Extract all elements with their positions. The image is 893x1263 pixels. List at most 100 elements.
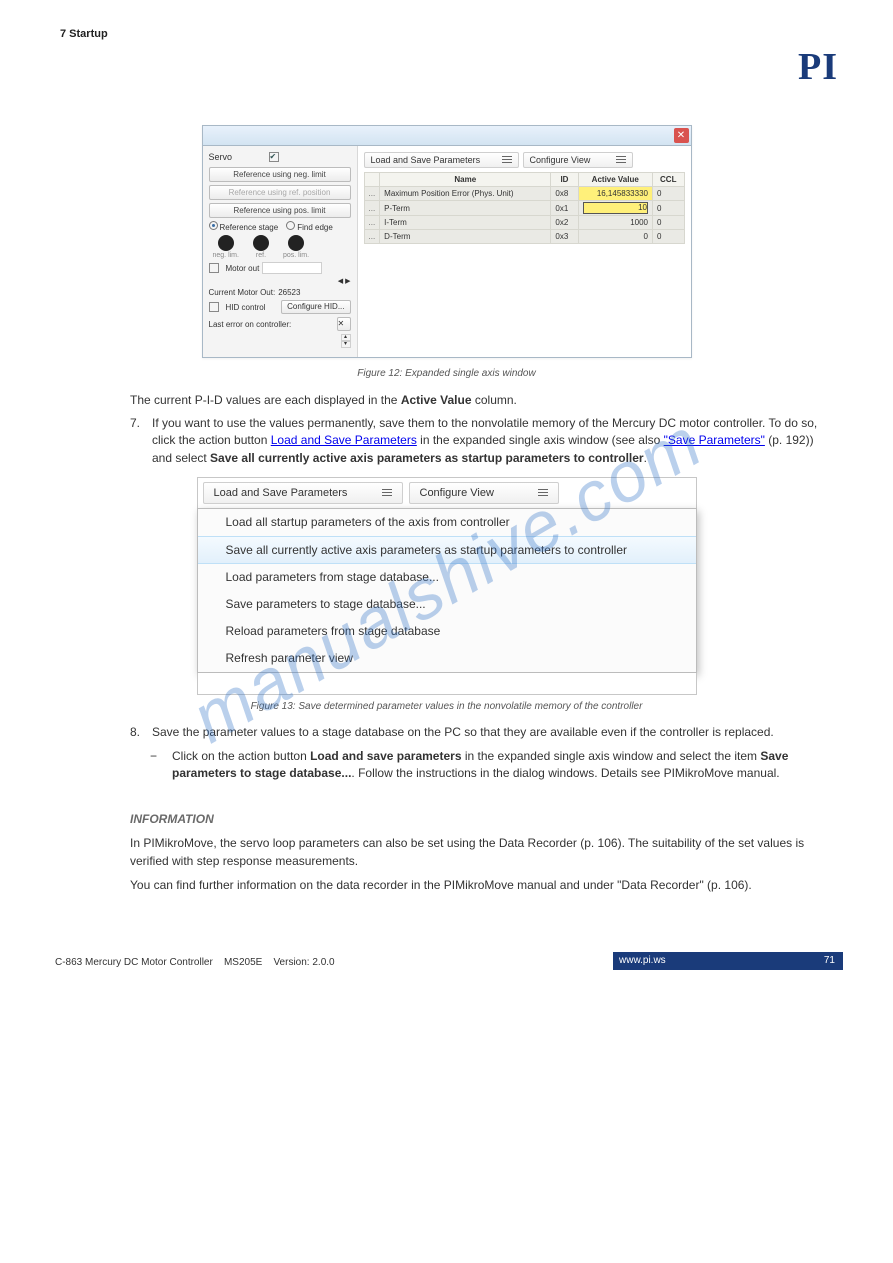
- bullet-text: Click on the action button Load and save…: [172, 748, 823, 783]
- cell-name: P-Term: [380, 201, 551, 216]
- configure-hid-button[interactable]: Configure HID...: [281, 300, 350, 314]
- step-text: If you want to use the values permanentl…: [152, 415, 823, 467]
- hamburger-icon: [502, 156, 512, 164]
- menu-item[interactable]: Refresh parameter view: [198, 645, 696, 672]
- cell-id: 0x3: [551, 230, 578, 244]
- table-row: ... I-Term 0x2 1000 0: [364, 216, 684, 230]
- row-menu-icon[interactable]: ...: [364, 216, 380, 230]
- info-paragraph: In PIMikroMove, the servo loop parameter…: [130, 834, 823, 870]
- cell-name: D-Term: [380, 230, 551, 244]
- cell-ccl: 0: [652, 201, 684, 216]
- ref-ref-button: Reference using ref. position: [209, 185, 351, 200]
- footer-left: C-863 Mercury DC Motor Controller MS205E…: [55, 957, 335, 968]
- pos-limit-indicator: [288, 235, 304, 251]
- current-motor-out-value: 26523: [278, 288, 300, 297]
- motor-out-label: Motor out: [226, 264, 260, 273]
- last-error-x-button[interactable]: ✕: [337, 317, 351, 331]
- neg-limit-indicator: [218, 235, 234, 251]
- table-row: ... Maximum Position Error (Phys. Unit) …: [364, 187, 684, 201]
- body-paragraph: The current P-I-D values are each displa…: [130, 391, 823, 409]
- bottom-bar: [197, 673, 697, 695]
- col-id: ID: [551, 173, 578, 187]
- cell-value[interactable]: 1000: [578, 216, 652, 230]
- col-name: Name: [380, 173, 551, 187]
- window-titlebar: ✕: [203, 126, 691, 146]
- footer-right: www.pi.ws 71: [613, 952, 843, 970]
- parameter-table: Name ID Active Value CCL ... Maximum Pos…: [364, 172, 685, 244]
- load-save-label: Load and Save Parameters: [214, 483, 348, 503]
- info-paragraph: You can find further information on the …: [130, 876, 823, 894]
- radio-reference-stage[interactable]: [209, 221, 218, 230]
- load-save-dropdown: Load and Save Parameters Configure View …: [197, 477, 697, 695]
- hamburger-icon: [538, 489, 548, 497]
- dropdown-menu: Load all startup parameters of the axis …: [197, 508, 697, 673]
- ref-indicator: [253, 235, 269, 251]
- cell-id: 0x1: [551, 201, 578, 216]
- cell-ccl: 0: [652, 216, 684, 230]
- table-row: ... D-Term 0x3 0 0: [364, 230, 684, 244]
- page-number: 71: [824, 952, 843, 970]
- cell-name: Maximum Position Error (Phys. Unit): [380, 187, 551, 201]
- right-panel: Load and Save Parameters Configure View …: [358, 146, 691, 357]
- row-menu-icon[interactable]: ...: [364, 187, 380, 201]
- motor-out-checkbox[interactable]: [209, 263, 219, 273]
- ref-neg-button[interactable]: Reference using neg. limit: [209, 167, 351, 182]
- section-heading: 7 Startup: [60, 28, 108, 40]
- cell-value[interactable]: 16,145833330: [578, 187, 652, 201]
- col-ccl: CCL: [652, 173, 684, 187]
- link-load-save[interactable]: Load and Save Parameters: [271, 433, 417, 447]
- cell-ccl: 0: [652, 230, 684, 244]
- row-menu-icon[interactable]: ...: [364, 230, 380, 244]
- menu-item[interactable]: Save all currently active axis parameter…: [198, 536, 696, 564]
- ref-label: ref.: [256, 252, 266, 259]
- menu-item[interactable]: Load all startup parameters of the axis …: [198, 509, 696, 536]
- load-save-button[interactable]: Load and Save Parameters: [364, 152, 519, 168]
- stepper-up[interactable]: ▴: [341, 334, 351, 341]
- stepper-down[interactable]: ▾: [341, 341, 351, 348]
- radio-reference-stage-label: Reference stage: [220, 223, 279, 232]
- menu-item[interactable]: Save parameters to stage database...: [198, 591, 696, 618]
- cell-name: I-Term: [380, 216, 551, 230]
- servo-checkbox[interactable]: [269, 152, 279, 162]
- load-save-button[interactable]: Load and Save Parameters: [203, 482, 403, 504]
- step-text: Save the parameter values to a stage dat…: [152, 724, 823, 741]
- step-number: 7.: [130, 415, 152, 467]
- link-save-parameters[interactable]: "Save Parameters": [664, 433, 765, 447]
- menu-item[interactable]: Reload parameters from stage database: [198, 618, 696, 645]
- hid-checkbox[interactable]: [209, 302, 219, 312]
- cell-value[interactable]: 0: [578, 230, 652, 244]
- servo-label: Servo: [209, 152, 269, 162]
- radio-find-edge-label: Find edge: [297, 223, 333, 232]
- figure-caption: Figure 12: Expanded single axis window: [50, 368, 843, 379]
- configure-view-label: Configure View: [420, 483, 494, 503]
- bullet-marker: −: [150, 748, 172, 783]
- configure-view-button[interactable]: Configure View: [523, 152, 633, 168]
- cell-id: 0x8: [551, 187, 578, 201]
- last-error-label: Last error on controller:: [209, 320, 292, 329]
- table-row: ... P-Term 0x1 10 0: [364, 201, 684, 216]
- hamburger-icon: [382, 489, 392, 497]
- cell-ccl: 0: [652, 187, 684, 201]
- step-number: 8.: [130, 724, 152, 741]
- information-heading: INFORMATION: [130, 810, 823, 828]
- menu-item[interactable]: Load parameters from stage database...: [198, 564, 696, 591]
- close-icon[interactable]: ✕: [674, 128, 689, 143]
- hid-label: HID control: [226, 303, 266, 312]
- single-axis-window: ✕ Servo Reference using neg. limit Refer…: [202, 125, 692, 358]
- pos-limit-label: pos. lim.: [283, 252, 309, 259]
- col-active: Active Value: [578, 173, 652, 187]
- left-panel: Servo Reference using neg. limit Referen…: [203, 146, 358, 357]
- ref-pos-button[interactable]: Reference using pos. limit: [209, 203, 351, 218]
- pi-logo: PI: [798, 45, 838, 89]
- current-motor-out-label: Current Motor Out:: [209, 288, 276, 297]
- hamburger-icon: [616, 156, 626, 164]
- configure-view-button[interactable]: Configure View: [409, 482, 559, 504]
- cell-value-input[interactable]: 10: [583, 202, 648, 214]
- figure-caption: Figure 13: Save determined parameter val…: [50, 701, 843, 712]
- radio-find-edge[interactable]: [286, 221, 295, 230]
- load-save-label: Load and Save Parameters: [371, 153, 481, 167]
- neg-limit-label: neg. lim.: [213, 252, 239, 259]
- cell-id: 0x2: [551, 216, 578, 230]
- configure-view-label: Configure View: [530, 153, 591, 167]
- row-menu-icon[interactable]: ...: [364, 201, 380, 216]
